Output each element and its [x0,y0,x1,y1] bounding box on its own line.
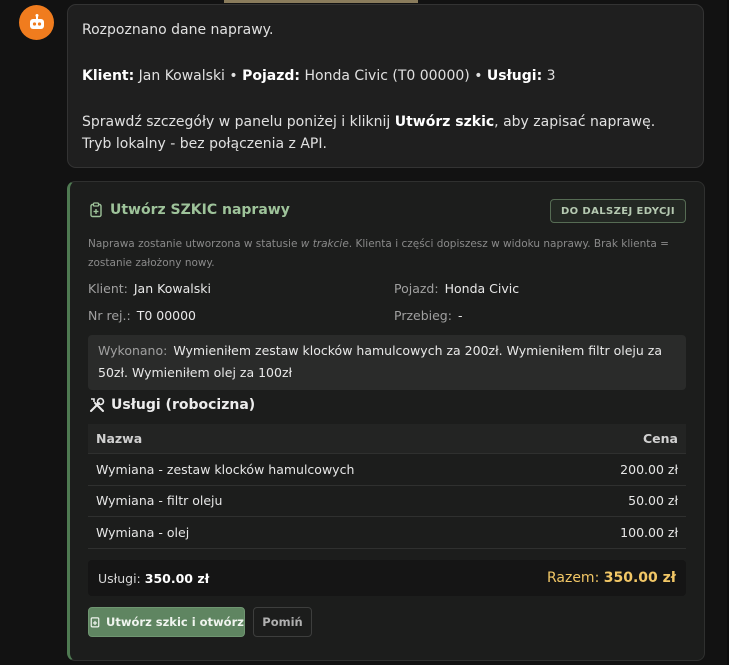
services-count: 3 [546,68,556,84]
work-done-text: Wymieniłem zestaw klocków hamulcowych za… [98,343,663,380]
client-name: Jan Kowalski [133,281,211,296]
table-row: Wymiana - olej 100.00 zł [88,517,686,549]
message-instruction: Sprawdź szczegóły w panelu poniżej i kli… [82,114,656,152]
service-name: Wymiana - filtr oleju [96,493,223,509]
clipboard-plus-icon [90,617,100,628]
column-name-header: Nazwa [96,431,143,446]
services-heading-text: Usługi (robocizna) [111,397,256,413]
panel-title: Utwórz SZKIC naprawy [88,202,290,218]
create-draft-button[interactable]: Utwórz szkic i otwórz [88,607,245,637]
robot-icon [29,13,44,29]
vehicle-name: Honda Civic [444,281,520,296]
table-row: Wymiana - filtr oleju 50.00 zł [88,486,686,517]
create-draft-label: Utwórz szkic i otwórz [106,615,244,629]
separator: • [474,68,483,84]
bot-avatar [19,5,54,40]
services-label: Usługi: [486,68,543,84]
services-heading: Usługi (robocizna) [88,396,255,414]
tools-icon [90,397,105,412]
service-name: Wymiana - olej [96,524,190,540]
client-value: Jan Kowalski [138,68,225,84]
clipboard-plus-icon [90,202,102,218]
assistant-message: Rozpoznano dane naprawy. Klient: Jan Kow… [67,4,704,168]
repair-draft-panel: Utwórz SZKIC naprawy DO DALSZEJ EDYCJI N… [67,181,705,661]
client-label: Klient: [82,68,135,84]
grand-total-value: 350.00 zł [603,570,676,586]
services-table: Nazwa Cena Wymiana - zestaw klocków hamu… [88,424,686,549]
table-header: Nazwa Cena [88,424,686,454]
field-client: Klient: Jan Kowalski [88,281,211,296]
services-subtotal: Usługi: 350.00 zł [98,570,210,586]
vehicle-label: Pojazd: [242,68,301,84]
service-price: 50.00 zł [628,493,678,509]
status-emphasis: w trakcie [300,238,349,250]
service-price: 100.00 zł [620,524,678,540]
top-progress-line [224,0,418,3]
field-vehicle: Pojazd: Honda Civic [394,281,520,296]
table-row: Wymiana - zestaw klocków hamulcowych 200… [88,454,686,486]
column-price-header: Cena [643,431,678,446]
services-subtotal-value: 350.00 zł [144,570,210,586]
message-summary-line: Klient: Jan Kowalski • Pojazd: Honda Civ… [82,65,689,87]
work-done-box: Wykonano: Wymieniłem zestaw klocków hamul… [88,335,686,390]
status-badge: DO DALSZEJ EDYCJI [549,199,686,223]
grand-total: Razem: 350.00 zł [546,570,676,586]
panel-description: Naprawa zostanie utworzona w statusie w … [88,238,669,269]
field-mileage: Przebieg: - [394,308,463,323]
vehicle-value: Honda Civic (T0 00000) [304,68,470,84]
registration-number: T0 00000 [136,308,197,323]
field-registration: Nr rej.: T0 00000 [88,308,197,323]
service-name: Wymiana - zestaw klocków hamulcowych [96,461,355,477]
panel-title-text: Utwórz SZKIC naprawy [110,202,290,218]
separator: • [229,68,238,84]
message-line: Rozpoznano dane naprawy. [82,22,274,38]
mileage-value: - [457,308,463,323]
totals-bar: Usługi: 350.00 zł Razem: 350.00 zł [88,560,686,596]
service-price: 200.00 zł [620,461,678,477]
skip-button[interactable]: Pomiń [253,607,312,637]
create-draft-emphasis: Utwórz szkic [394,114,495,130]
